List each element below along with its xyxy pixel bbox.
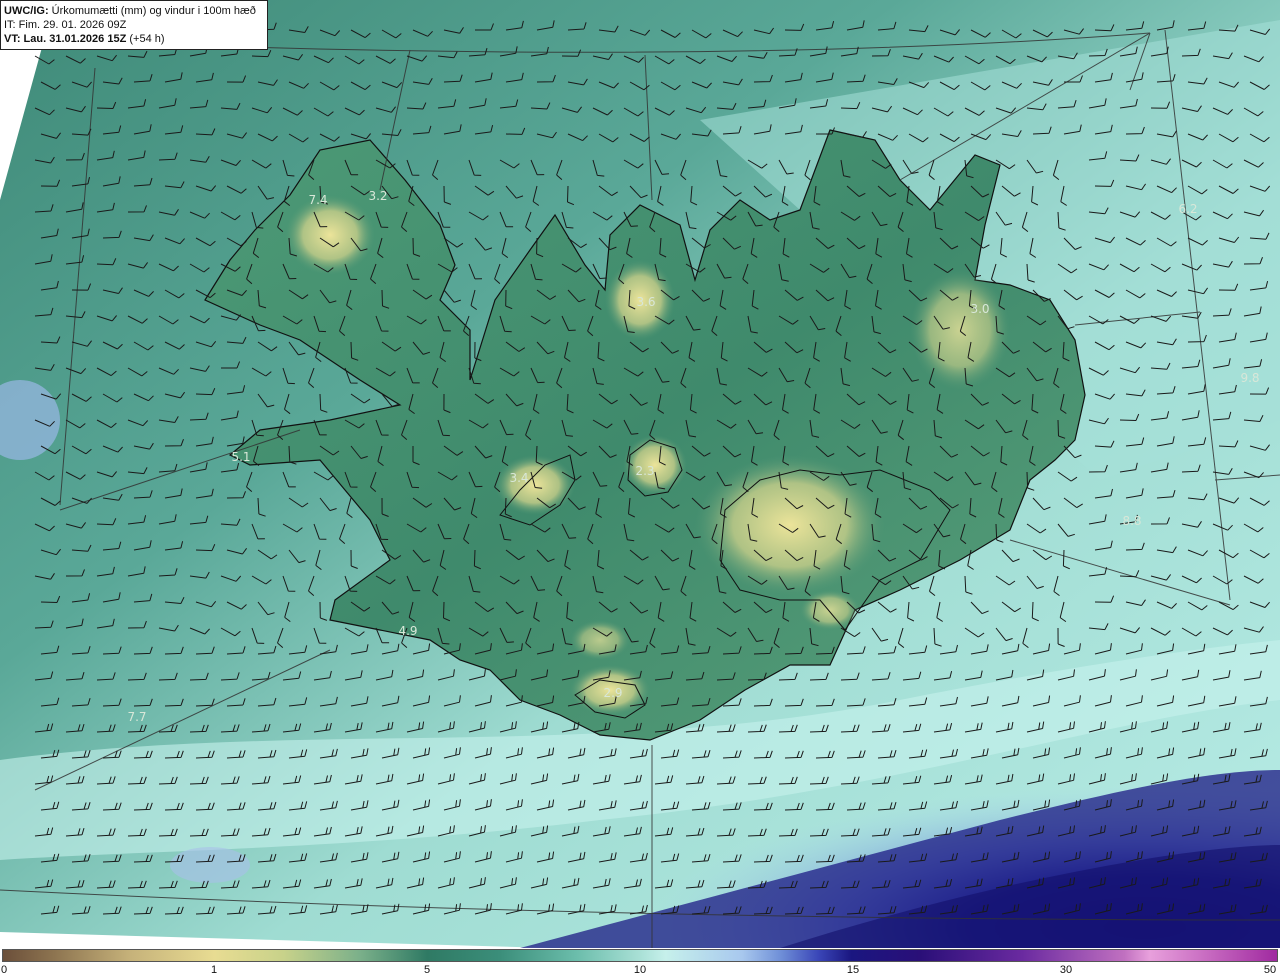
map-value-label: 3.0 [970, 302, 990, 316]
info-box: UWC/IG: Úrkomumætti (mm) og vindur i 100… [0, 0, 268, 50]
map-value-label: 7.7 [127, 710, 147, 724]
map-value-label: 6.2 [1178, 202, 1198, 216]
map-value-label: 9.8 [1240, 371, 1260, 385]
valid-time-offset: (+54 h) [129, 33, 165, 45]
colorbar-tick-30: 30 [1059, 964, 1073, 976]
map-value-label: 5.1 [231, 450, 251, 464]
map-value-label: 2.3 [635, 464, 655, 478]
init-time: IT: Fim. 29. 01. 2026 09Z [4, 19, 127, 31]
map-value-label: 3.2 [368, 189, 388, 203]
colorbar-tick-1: 1 [210, 964, 218, 976]
colorbar-legend: 0 1 5 10 15 30 50 [0, 948, 1280, 978]
colorbar-tick-10: 10 [633, 964, 647, 976]
map-value-label: 3.6 [636, 295, 656, 309]
product-name: UWC/IG: [4, 5, 49, 17]
colorbar-tick-0: 0 [0, 964, 8, 976]
colorbar-tick-15: 15 [846, 964, 860, 976]
product-description: Úrkomumætti (mm) og vindur i 100m hæð [51, 5, 256, 17]
map-value-label: 2.9 [603, 686, 623, 700]
colorbar-tick-50: 50 [1263, 964, 1277, 976]
map-value-label: 8.8 [1122, 514, 1142, 528]
colorbar-tick-5: 5 [423, 964, 431, 976]
map-area: 7.4 3.2 3.6 3.0 6.2 9.8 5.1 3.4 2.3 4.9 2.9 7.7 8.8 … [0, 0, 1280, 948]
valid-time-row: VT: Lau. 31.01.2026 15Z (+54 h) [4, 32, 267, 46]
valid-time: VT: Lau. 31.01.2026 15Z [4, 33, 127, 45]
colorbar [2, 949, 1278, 962]
map-value-label: 7.4 [308, 193, 328, 207]
map-value-label: 3.4 [509, 471, 529, 485]
map-value-label: 4.9 [398, 624, 418, 638]
title-row: UWC/IG: Úrkomumætti (mm) og vindur i 100… [4, 4, 267, 18]
